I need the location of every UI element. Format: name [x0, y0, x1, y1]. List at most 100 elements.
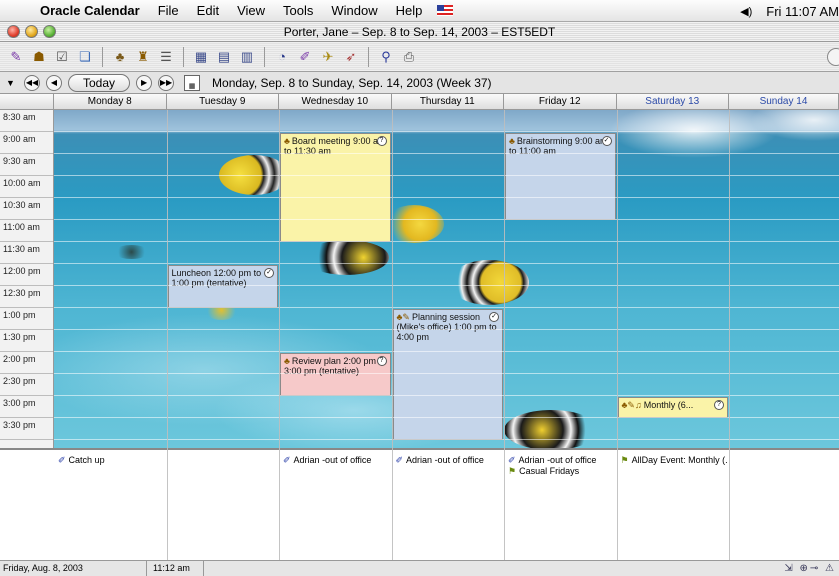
forward-icon[interactable]: ➶: [341, 47, 361, 67]
close-window-icon[interactable]: [7, 25, 20, 38]
all-day-entry-text: Casual Fridays: [519, 466, 580, 476]
menu-help[interactable]: Help: [387, 3, 432, 18]
menu-app-name[interactable]: Oracle Calendar: [40, 3, 149, 18]
toolbar-separator: [264, 46, 265, 67]
next-week-button[interactable]: ▶: [136, 74, 153, 91]
pending-status-icon[interactable]: ?: [714, 400, 724, 410]
all-day-entry[interactable]: ✐ Adrian -out of office: [508, 455, 615, 466]
previous-week-button[interactable]: ◀: [46, 74, 62, 91]
time-label: 11:30 am: [0, 242, 53, 264]
day-header-6[interactable]: Saturday 13: [616, 94, 729, 110]
day-header-2[interactable]: Tuesday 9: [166, 94, 279, 110]
time-gridline: [54, 285, 839, 286]
all-day-entry[interactable]: ⚑ Casual Fridays: [508, 466, 615, 477]
edit-entry-icon[interactable]: ✐: [295, 47, 315, 67]
daily-note-icon: ✐: [58, 455, 66, 465]
day-view-icon[interactable]: ▦: [191, 47, 211, 67]
day-header-3[interactable]: Wednesday 10: [279, 94, 392, 110]
time-gridline: [54, 197, 839, 198]
time-label: 2:00 pm: [0, 352, 53, 374]
appointment-board-meeting[interactable]: ♣ Board meeting 9:00 am to 11:30 am?: [280, 133, 391, 242]
us-flag-input-icon[interactable]: [437, 5, 454, 16]
oracle-calendar-window: Oracle Calendar File Edit View Tools Win…: [0, 0, 839, 576]
daily-note-icon: ✐: [395, 455, 404, 465]
time-label: 1:00 pm: [0, 308, 53, 330]
time-gridline: [54, 439, 839, 440]
time-label: 12:30 pm: [0, 286, 53, 308]
previous-month-button[interactable]: ◀◀: [24, 74, 40, 91]
all-day-entry[interactable]: ✐ Catch up: [58, 455, 165, 466]
all-day-entry[interactable]: ⚑ AllDay Event: Monthly (...: [621, 455, 728, 466]
appointment-monthly[interactable]: ♣✎♫ Monthly (6...?: [617, 397, 728, 418]
accepted-status-icon[interactable]: ✓: [489, 312, 499, 322]
untimed-events-area[interactable]: ✐ Catch up ✐ Adrian -out of office ✐ Adrian -…: [0, 448, 839, 560]
time-gridline: [54, 417, 839, 418]
todo-list-icon[interactable]: ☰: [156, 47, 176, 67]
pending-status-icon[interactable]: ?: [376, 356, 387, 366]
availability-icon[interactable]: ◔: [272, 47, 292, 67]
attendees-icon: ♣: [284, 356, 290, 366]
speaker-icon[interactable]: ◀): [740, 5, 752, 18]
toolbar-toggle-button[interactable]: [827, 48, 839, 66]
menu-clock[interactable]: Fri 11:07 AM: [766, 4, 839, 19]
network-status-icon[interactable]: ⇲ ⊕⊸ ⚠: [784, 561, 836, 576]
print-icon[interactable]: ⎙: [399, 47, 419, 67]
window-title-bar[interactable]: Porter, Jane – Sep. 8 to Sep. 14, 2003 –…: [0, 22, 839, 42]
day-header-5[interactable]: Friday 12: [504, 94, 617, 110]
menu-window[interactable]: Window: [322, 3, 386, 18]
menu-edit[interactable]: Edit: [188, 3, 228, 18]
appointment-luncheon[interactable]: Luncheon 12:00 pm to 1:00 pm (tentative)…: [167, 265, 278, 308]
pending-status-icon[interactable]: ?: [376, 136, 387, 146]
appointment-brainstorming[interactable]: ♣ Brainstorming 9:00 am to 11:00 am ✓: [505, 133, 616, 220]
menu-tools[interactable]: Tools: [274, 3, 322, 18]
menu-view[interactable]: View: [228, 3, 274, 18]
timed-events-area[interactable]: ♣ Board meeting 9:00 am to 11:30 am? ♣ Brai…: [54, 110, 839, 448]
day-header-1[interactable]: Monday 8: [54, 94, 167, 110]
day-event-icon: ⚑: [508, 466, 517, 476]
today-button[interactable]: Today: [68, 73, 131, 92]
status-time: 11:12 am: [146, 561, 204, 576]
menu-file[interactable]: File: [149, 3, 188, 18]
new-note-icon[interactable]: ❏: [75, 47, 95, 67]
month-view-icon[interactable]: ▥: [237, 47, 257, 67]
next-month-button[interactable]: ▶▶: [158, 74, 175, 91]
all-day-entry-text: AllDay Event: Monthly (...: [631, 455, 727, 465]
all-day-entry-text: Adrian -out of office: [293, 455, 372, 465]
minimize-window-icon[interactable]: [25, 25, 38, 38]
day-divider: [166, 110, 168, 560]
fish-decoration: [504, 410, 599, 448]
fish-decoration: [304, 240, 389, 275]
week-view-icon[interactable]: ▤: [214, 47, 234, 67]
day-divider: [729, 110, 730, 560]
window-controls: [7, 25, 56, 38]
resource-view-icon[interactable]: ♜: [133, 47, 153, 67]
day-event-icon: ⚑: [620, 455, 629, 465]
date-picker-icon[interactable]: ▦: [184, 74, 201, 91]
new-task-icon[interactable]: ☑: [52, 47, 72, 67]
find-icon[interactable]: ⚲: [376, 47, 396, 67]
time-label: 3:30 pm: [0, 418, 53, 440]
day-header-4[interactable]: Thursday 11: [391, 94, 504, 110]
group-view-icon[interactable]: ♣: [110, 47, 130, 67]
accepted-status-icon[interactable]: ✓: [601, 136, 612, 146]
menu-extras: ◀) Fri 11:07 AM: [740, 0, 839, 22]
all-day-entry[interactable]: ✐ Adrian -out of office: [283, 455, 390, 466]
day-header-7[interactable]: Sunday 14: [729, 94, 839, 110]
new-meeting-icon[interactable]: ✎: [6, 47, 26, 67]
appointment-text: Monthly (6...: [643, 400, 694, 410]
reply-icon[interactable]: ✈: [318, 47, 338, 67]
day-divider: [391, 110, 393, 560]
disclosure-triangle-icon[interactable]: ▼: [6, 78, 18, 88]
time-column-header: [0, 94, 54, 110]
appointment-review-plan[interactable]: ♣ Review plan 2:00 pm to 3:00 pm (tentati…: [280, 353, 391, 396]
all-day-entry[interactable]: ✐ Adrian -out of office: [396, 455, 503, 466]
attendees-icon: ♣: [284, 136, 290, 146]
date-range-label: Monday, Sep. 8 to Sunday, Sep. 14, 2003 …: [212, 75, 492, 90]
zoom-window-icon[interactable]: [43, 25, 56, 38]
time-label: 11:00 am: [0, 220, 53, 242]
all-day-entry-text: Adrian -out of office: [518, 455, 597, 465]
toolbar-separator: [102, 46, 103, 67]
toolbar: ✎ ☗ ☑ ❏ ♣ ♜ ☰ ▦ ▤ ▥ ◔ ✐ ✈ ➶ ⚲ ⎙: [0, 42, 839, 72]
accepted-status-icon[interactable]: ✓: [264, 268, 274, 278]
new-event-icon[interactable]: ☗: [29, 47, 49, 67]
